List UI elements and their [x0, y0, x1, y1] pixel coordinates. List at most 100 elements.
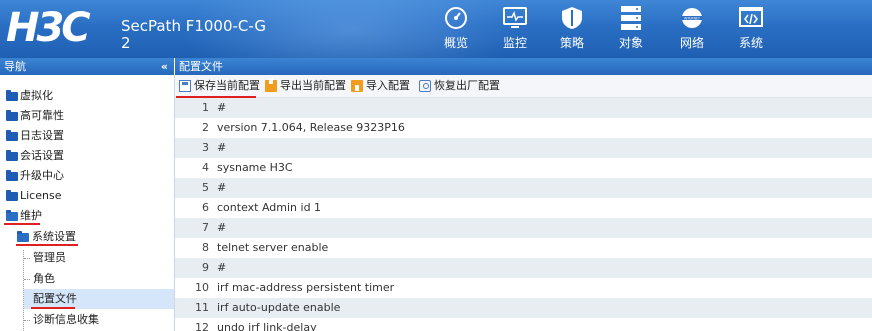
line-number: 10	[195, 281, 209, 294]
export-config-button[interactable]: 导出当前配置	[265, 78, 346, 94]
folder-open-icon	[17, 231, 29, 242]
product-name: SecPath F1000-C-G2	[121, 17, 266, 52]
line-text: #	[217, 101, 227, 114]
config-line: 12 undo irf link-delay	[175, 318, 872, 331]
page-title: 配置文件	[179, 60, 223, 73]
config-line: 10 irf mac-address persistent timer	[175, 278, 872, 298]
sidebar-item-roles[interactable]: 角色	[0, 269, 174, 289]
restore-icon	[419, 80, 431, 92]
import-config-label: 导入配置	[366, 79, 410, 92]
sidebar-item-label: 日志设置	[20, 129, 64, 142]
shield-icon	[560, 6, 584, 30]
save-icon	[179, 80, 191, 92]
line-text: #	[217, 221, 227, 234]
highlight-underline	[31, 307, 75, 309]
sidebar-item-label: 虚拟化	[20, 89, 53, 102]
line-number: 1	[202, 101, 209, 114]
config-line: 7 #	[175, 218, 872, 238]
sidebar-item-log-settings[interactable]: 日志设置	[0, 126, 174, 146]
nav-objects[interactable]: 对象	[606, 0, 656, 58]
sidebar-item-diagnostic-collection[interactable]: 诊断信息收集	[0, 310, 174, 330]
config-line: 2 version 7.1.064, Release 9323P16	[175, 118, 872, 138]
top-header: H3C SecPath F1000-C-G2 概览 监控 策略 对象 INTER…	[0, 0, 872, 58]
folder-icon	[6, 190, 18, 201]
line-text: undo irf link-delay	[217, 321, 317, 331]
line-text: version 7.1.064, Release 9323P16	[217, 121, 405, 134]
restore-factory-label: 恢复出厂配置	[434, 79, 500, 92]
restore-factory-button[interactable]: 恢复出厂配置	[419, 78, 500, 94]
line-text: #	[217, 261, 227, 274]
sidebar-item-high-availability[interactable]: 高可靠性	[0, 106, 174, 126]
nav-monitor[interactable]: 监控	[490, 0, 540, 58]
folder-icon	[6, 150, 18, 161]
sidebar-item-virtualization[interactable]: 虚拟化	[0, 86, 174, 106]
nav-overview[interactable]: 概览	[431, 0, 481, 58]
line-number: 6	[202, 201, 209, 214]
nav-label: 监控	[502, 36, 527, 50]
line-number: 3	[202, 141, 209, 154]
config-line: 3 #	[175, 138, 872, 158]
nav-policy[interactable]: 策略	[547, 0, 597, 58]
line-number: 2	[202, 121, 209, 134]
folder-icon	[6, 90, 18, 101]
line-number: 12	[195, 321, 209, 331]
svg-text:INTERNET: INTERNET	[684, 16, 700, 20]
import-config-button[interactable]: 导入配置	[351, 78, 410, 94]
sidebar-item-label: 管理员	[33, 251, 66, 264]
import-icon	[351, 80, 363, 92]
sidebar-item-license[interactable]: License	[0, 186, 174, 206]
config-line: 8 telnet server enable	[175, 238, 872, 258]
line-number: 4	[202, 161, 209, 174]
internet-icon: INTERNET	[680, 6, 704, 30]
main-header: 配置文件	[175, 58, 872, 75]
code-icon	[739, 6, 763, 30]
config-line: 6 context Admin id 1	[175, 198, 872, 218]
nav-system[interactable]: 系统	[726, 0, 776, 58]
nav-label: 系统	[738, 36, 763, 50]
sidebar-item-administrators[interactable]: 管理员	[0, 248, 174, 268]
nav-label: 对象	[618, 36, 643, 50]
nav-label: 策略	[559, 36, 584, 50]
sidebar-title: 导航	[4, 60, 26, 73]
server-stack-icon	[619, 6, 643, 30]
sidebar-item-config-file[interactable]: 配置文件	[24, 289, 174, 309]
folder-icon	[6, 130, 18, 141]
collapse-sidebar-button[interactable]: «	[161, 58, 168, 75]
folder-icon	[6, 170, 18, 181]
line-text: #	[217, 181, 227, 194]
save-config-button[interactable]: 保存当前配置	[179, 78, 260, 94]
sidebar-item-upgrade-center[interactable]: 升级中心	[0, 166, 174, 186]
line-text: irf mac-address persistent timer	[217, 281, 395, 294]
config-line: 4 sysname H3C	[175, 158, 872, 178]
nav-label: 网络	[679, 36, 704, 50]
save-config-label: 保存当前配置	[194, 79, 260, 92]
line-number: 11	[195, 301, 209, 314]
monitor-icon	[503, 6, 527, 30]
config-line: 5 #	[175, 178, 872, 198]
line-number: 8	[202, 241, 209, 254]
sidebar-item-label: 升级中心	[20, 169, 64, 182]
line-number: 5	[202, 181, 209, 194]
line-number: 9	[202, 261, 209, 274]
line-number: 7	[202, 221, 209, 234]
highlight-underline	[4, 223, 40, 225]
sidebar-item-session-settings[interactable]: 会话设置	[0, 146, 174, 166]
sidebar-item-label: 角色	[33, 272, 55, 285]
line-text: #	[217, 141, 227, 154]
sidebar-item-label: 高可靠性	[20, 109, 64, 122]
sidebar-item-label: 会话设置	[20, 149, 64, 162]
sidebar-header: 导航 «	[0, 58, 174, 75]
export-icon	[265, 78, 277, 92]
line-text: sysname H3C	[217, 161, 293, 174]
sidebar-item-label: 配置文件	[33, 292, 77, 305]
dashboard-icon	[444, 6, 468, 30]
config-toolbar: 保存当前配置 导出当前配置 导入配置 恢复出厂配置	[175, 75, 872, 98]
folder-open-icon	[6, 210, 18, 221]
line-text: context Admin id 1	[217, 201, 322, 214]
sidebar-item-label: License	[20, 189, 62, 202]
nav-network[interactable]: INTERNET 网络	[667, 0, 717, 58]
highlight-underline	[16, 244, 78, 246]
h3c-logo: H3C	[6, 5, 91, 51]
config-line: 1 #	[175, 98, 872, 118]
nav-label: 概览	[443, 36, 468, 50]
